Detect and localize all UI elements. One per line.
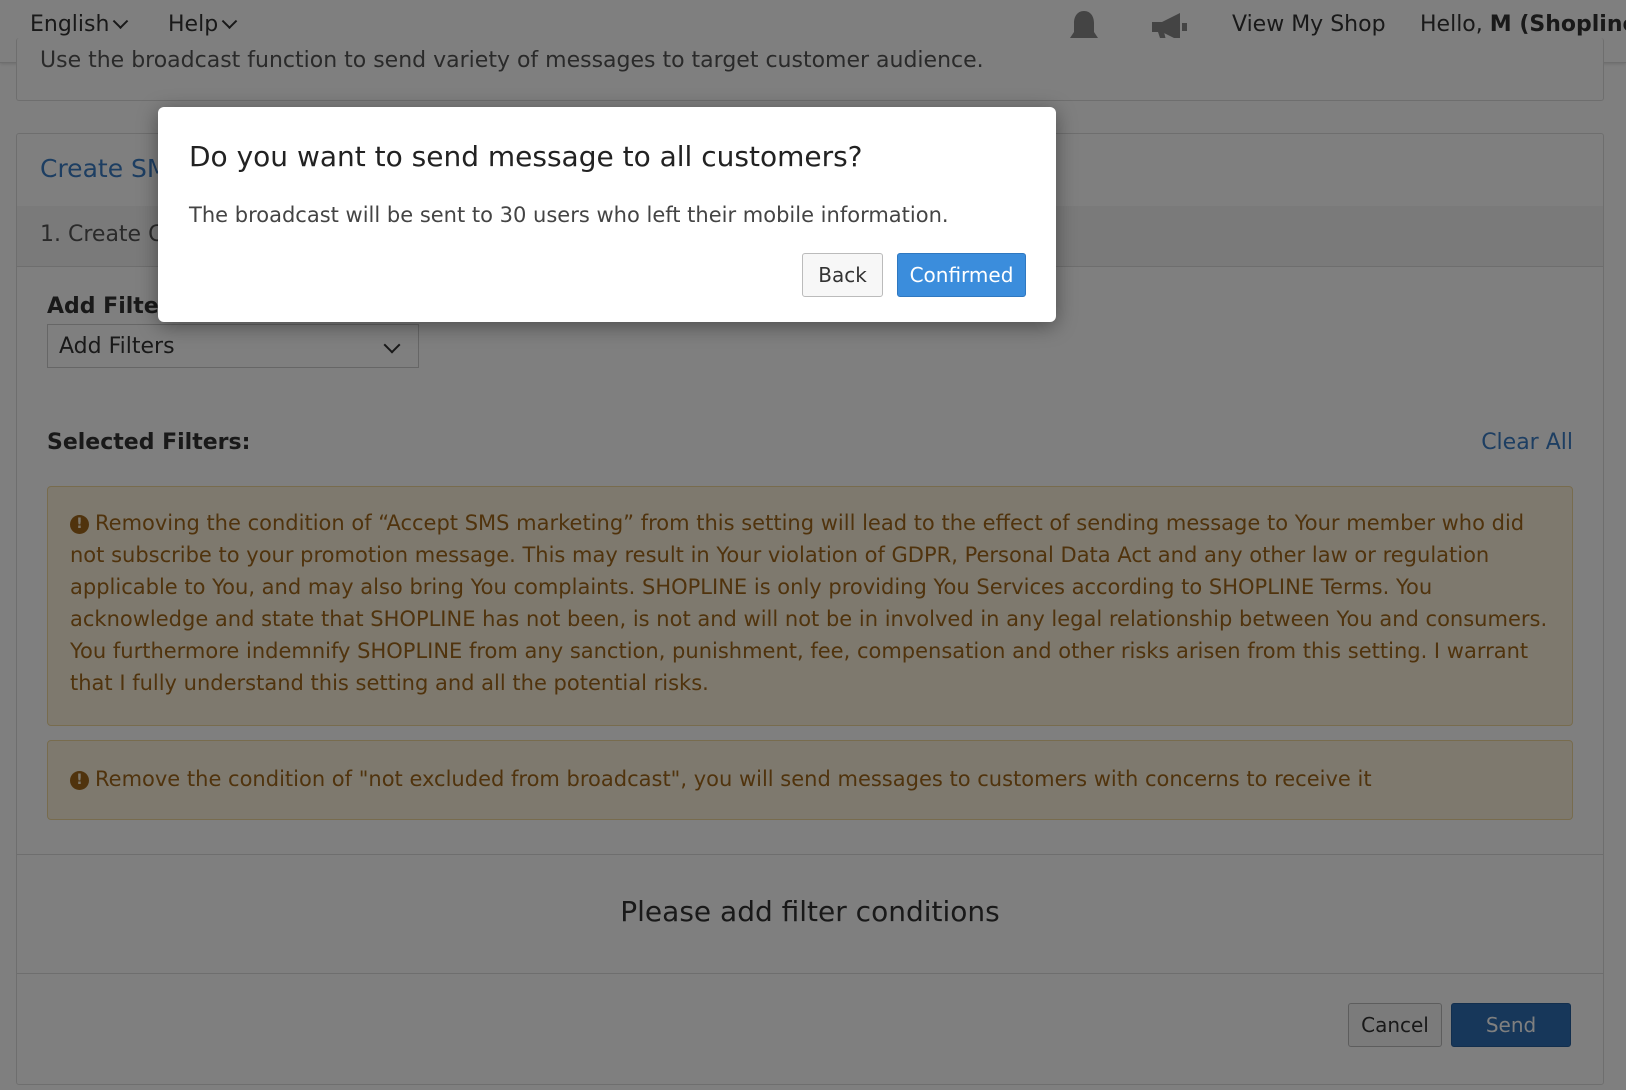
confirm-dialog: Do you want to send message to all custo… [158, 107, 1056, 322]
confirmed-button[interactable]: Confirmed [897, 253, 1026, 297]
back-button[interactable]: Back [802, 253, 883, 297]
dialog-title: Do you want to send message to all custo… [189, 140, 863, 173]
dialog-message: The broadcast will be sent to 30 users w… [189, 203, 949, 227]
